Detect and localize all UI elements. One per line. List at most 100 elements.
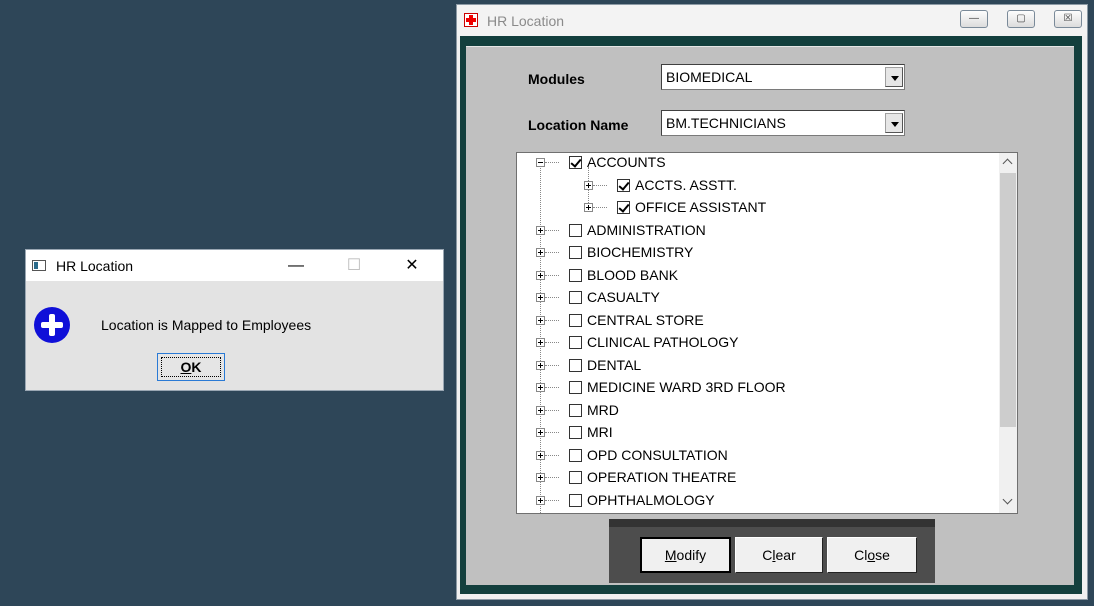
modules-select[interactable]: BIOMEDICAL <box>661 64 905 90</box>
tree-node-accts-asstt[interactable]: ACCTS. ASSTT. <box>517 176 997 196</box>
ok-button-label: OK <box>161 357 221 377</box>
tree-node-label: BIOCHEMISTRY <box>587 244 694 260</box>
checkbox-accounts[interactable] <box>569 156 582 169</box>
dialog-message: Location is Mapped to Employees <box>101 317 312 333</box>
message-dialog: HR Location — ☐ ✕ Location is Mapped to … <box>25 249 444 391</box>
expand-icon[interactable] <box>536 338 545 347</box>
expand-icon[interactable] <box>536 473 545 482</box>
expand-icon[interactable] <box>584 203 593 212</box>
checkbox[interactable] <box>569 449 582 462</box>
button-panel: Modify Clear Close <box>609 527 935 583</box>
modify-button[interactable]: Modify <box>640 537 731 573</box>
maximize-button[interactable]: ▢ <box>1007 10 1035 28</box>
checkbox[interactable] <box>569 494 582 507</box>
checkbox[interactable] <box>569 381 582 394</box>
modules-value: BIOMEDICAL <box>666 69 753 85</box>
expand-icon[interactable] <box>536 271 545 280</box>
checkbox[interactable] <box>569 224 582 237</box>
hr-location-window: HR Location — ▢ ☒ Modules BIOMEDICAL Loc… <box>456 4 1088 600</box>
tree-connector <box>545 500 559 501</box>
tree-connector <box>545 365 559 366</box>
tree-connector <box>545 275 559 276</box>
checkbox[interactable] <box>569 404 582 417</box>
expand-icon[interactable] <box>536 406 545 415</box>
checkbox[interactable] <box>569 314 582 327</box>
dialog-close-button[interactable]: ✕ <box>392 255 432 277</box>
tree-node[interactable]: MRI <box>517 423 997 443</box>
tree-connector <box>545 162 559 163</box>
tree-node-label: OPERATION THEATRE <box>587 469 737 485</box>
title-bar[interactable]: HR Location — ▢ ☒ <box>457 5 1087 36</box>
tree-node-accounts[interactable]: ACCOUNTS <box>517 153 997 173</box>
scroll-up-icon[interactable] <box>1002 158 1013 169</box>
expand-icon[interactable] <box>536 316 545 325</box>
tree-node[interactable]: BLOOD BANK <box>517 266 997 286</box>
checkbox-accts-asstt[interactable] <box>617 179 630 192</box>
tree-node-label: MEDICINE WARD 3RD FLOOR <box>587 379 786 395</box>
expand-icon[interactable] <box>536 428 545 437</box>
dialog-title-bar[interactable]: HR Location — ☐ ✕ <box>26 250 443 281</box>
scroll-down-icon[interactable] <box>1002 494 1013 505</box>
expand-icon[interactable] <box>536 226 545 235</box>
checkbox[interactable] <box>569 426 582 439</box>
tree-connector <box>545 387 559 388</box>
tree-node[interactable]: OPHTHALMOLOGY <box>517 491 997 511</box>
checkbox[interactable] <box>569 291 582 304</box>
tree-connector <box>593 207 607 208</box>
tree-connector <box>545 230 559 231</box>
clear-button[interactable]: Clear <box>735 537 823 573</box>
tree-node-label: ADMINISTRATION <box>587 222 706 238</box>
checkbox[interactable] <box>569 359 582 372</box>
minimize-button[interactable]: — <box>960 10 988 28</box>
tree-connector <box>545 477 559 478</box>
tree-node[interactable]: MRD <box>517 401 997 421</box>
expand-icon[interactable] <box>536 383 545 392</box>
collapse-icon[interactable] <box>536 158 545 167</box>
checkbox[interactable] <box>569 246 582 259</box>
tree-connector <box>545 410 559 411</box>
tree-node[interactable]: DENTAL <box>517 356 997 376</box>
tree-node[interactable]: CLINICAL PATHOLOGY <box>517 333 997 353</box>
tree-node-label: ACCTS. ASSTT. <box>635 177 737 193</box>
expand-icon[interactable] <box>536 496 545 505</box>
expand-icon[interactable] <box>536 248 545 257</box>
close-button[interactable]: ☒ <box>1054 10 1082 28</box>
tree-node-label: CASUALTY <box>587 289 660 305</box>
tree-node[interactable]: OPERATION THEATRE <box>517 468 997 488</box>
tree-node-label: MRI <box>587 424 613 440</box>
red-cross-app-icon <box>464 13 478 27</box>
tree-node-label: DENTAL <box>587 357 642 373</box>
chevron-down-icon[interactable] <box>885 67 903 87</box>
chevron-down-icon[interactable] <box>885 113 903 133</box>
tree-node[interactable]: ADMINISTRATION <box>517 221 997 241</box>
department-tree[interactable]: ACCOUNTS ACCTS. ASSTT. OFFICE ASSISTANT <box>516 152 1018 514</box>
scroll-thumb[interactable] <box>1000 173 1016 427</box>
location-name-select[interactable]: BM.TECHNICIANS <box>661 110 905 136</box>
tree-node-office-assistant[interactable]: OFFICE ASSISTANT <box>517 198 997 218</box>
dialog-minimize-button[interactable]: — <box>276 255 316 277</box>
checkbox-office-assistant[interactable] <box>617 201 630 214</box>
expand-icon[interactable] <box>536 451 545 460</box>
modules-label: Modules <box>528 71 585 87</box>
vertical-scrollbar[interactable] <box>999 153 1017 513</box>
ok-button[interactable]: OK <box>157 353 225 381</box>
tree-node[interactable]: BIOCHEMISTRY <box>517 243 997 263</box>
tree-node-label: CENTRAL STORE <box>587 312 704 328</box>
button-bar-divider <box>609 519 935 527</box>
expand-icon[interactable] <box>536 361 545 370</box>
tree-connector <box>545 342 559 343</box>
dialog-maximize-button[interactable]: ☐ <box>334 255 374 277</box>
tree-node-label: BLOOD BANK <box>587 267 679 283</box>
expand-icon[interactable] <box>584 181 593 190</box>
close-form-button[interactable]: Close <box>827 537 917 573</box>
tree-node[interactable]: CASUALTY <box>517 288 997 308</box>
checkbox[interactable] <box>569 336 582 349</box>
expand-icon[interactable] <box>536 293 545 302</box>
location-name-label: Location Name <box>528 117 629 133</box>
tree-node[interactable]: OPD CONSULTATION <box>517 446 997 466</box>
tree-node[interactable]: CENTRAL STORE <box>517 311 997 331</box>
tree-connector <box>545 297 559 298</box>
checkbox[interactable] <box>569 471 582 484</box>
tree-node[interactable]: MEDICINE WARD 3RD FLOOR <box>517 378 997 398</box>
checkbox[interactable] <box>569 269 582 282</box>
